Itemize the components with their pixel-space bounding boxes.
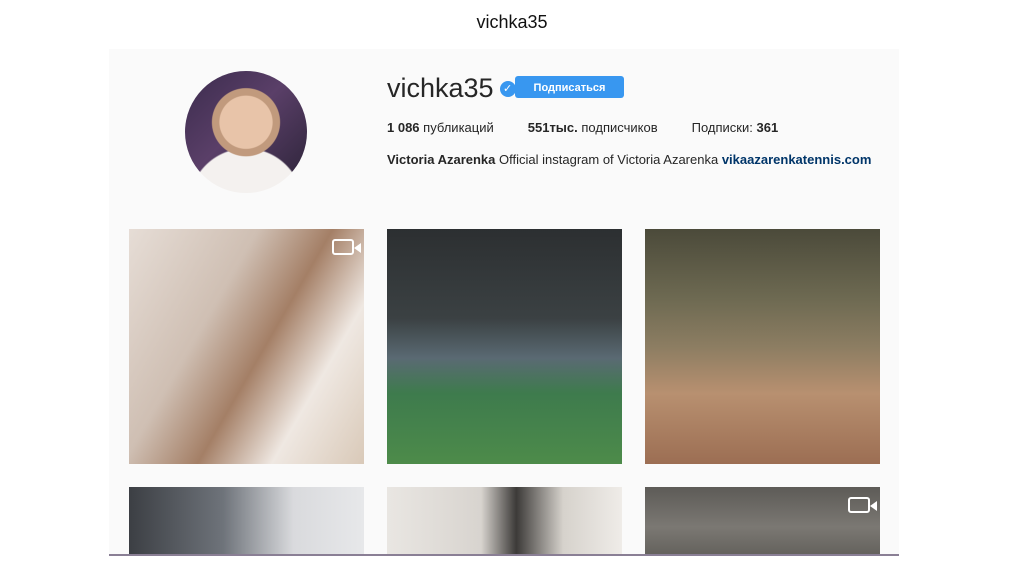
avatar[interactable] — [185, 71, 307, 193]
bio-link[interactable]: vikaazarenkatennis.com — [722, 152, 872, 167]
video-icon — [848, 497, 877, 513]
followers-count: 551тыс. — [527, 120, 578, 135]
posts-count: 1 086 — [387, 120, 420, 135]
profile-username: vichka35 ✓ — [387, 73, 516, 104]
bio-name: Victoria Azarenka — [387, 152, 496, 167]
followers-label: подписчиков — [581, 120, 658, 135]
post-tile[interactable] — [387, 487, 622, 554]
post-tile[interactable] — [645, 487, 880, 554]
slide-title: vichka35 — [476, 12, 548, 32]
instagram-profile-window: vichka35 ✓ Подписаться 1 086 публикаций … — [109, 49, 899, 556]
follow-button[interactable]: Подписаться — [515, 76, 624, 98]
posts-label: публикаций — [423, 120, 494, 135]
video-icon — [332, 239, 361, 255]
profile-bio: Victoria Azarenka Official instagram of … — [387, 152, 871, 167]
post-tile[interactable] — [387, 229, 622, 464]
post-tile[interactable] — [645, 229, 880, 464]
post-tile[interactable] — [129, 487, 364, 554]
verified-check-icon: ✓ — [499, 80, 516, 97]
post-tile[interactable] — [129, 229, 364, 464]
posts-stat[interactable]: 1 086 публикаций — [387, 120, 494, 135]
following-stat[interactable]: Подписки: 361 — [692, 120, 779, 135]
following-label: Подписки: — [691, 120, 753, 135]
following-count: 361 — [756, 120, 779, 135]
username-text: vichka35 — [387, 73, 494, 103]
followers-stat[interactable]: 551тыс. подписчиков — [528, 120, 658, 135]
bio-text: Official instagram of Victoria Azarenka — [499, 152, 719, 167]
profile-stats: 1 086 публикаций 551тыс. подписчиков Под… — [387, 120, 812, 135]
